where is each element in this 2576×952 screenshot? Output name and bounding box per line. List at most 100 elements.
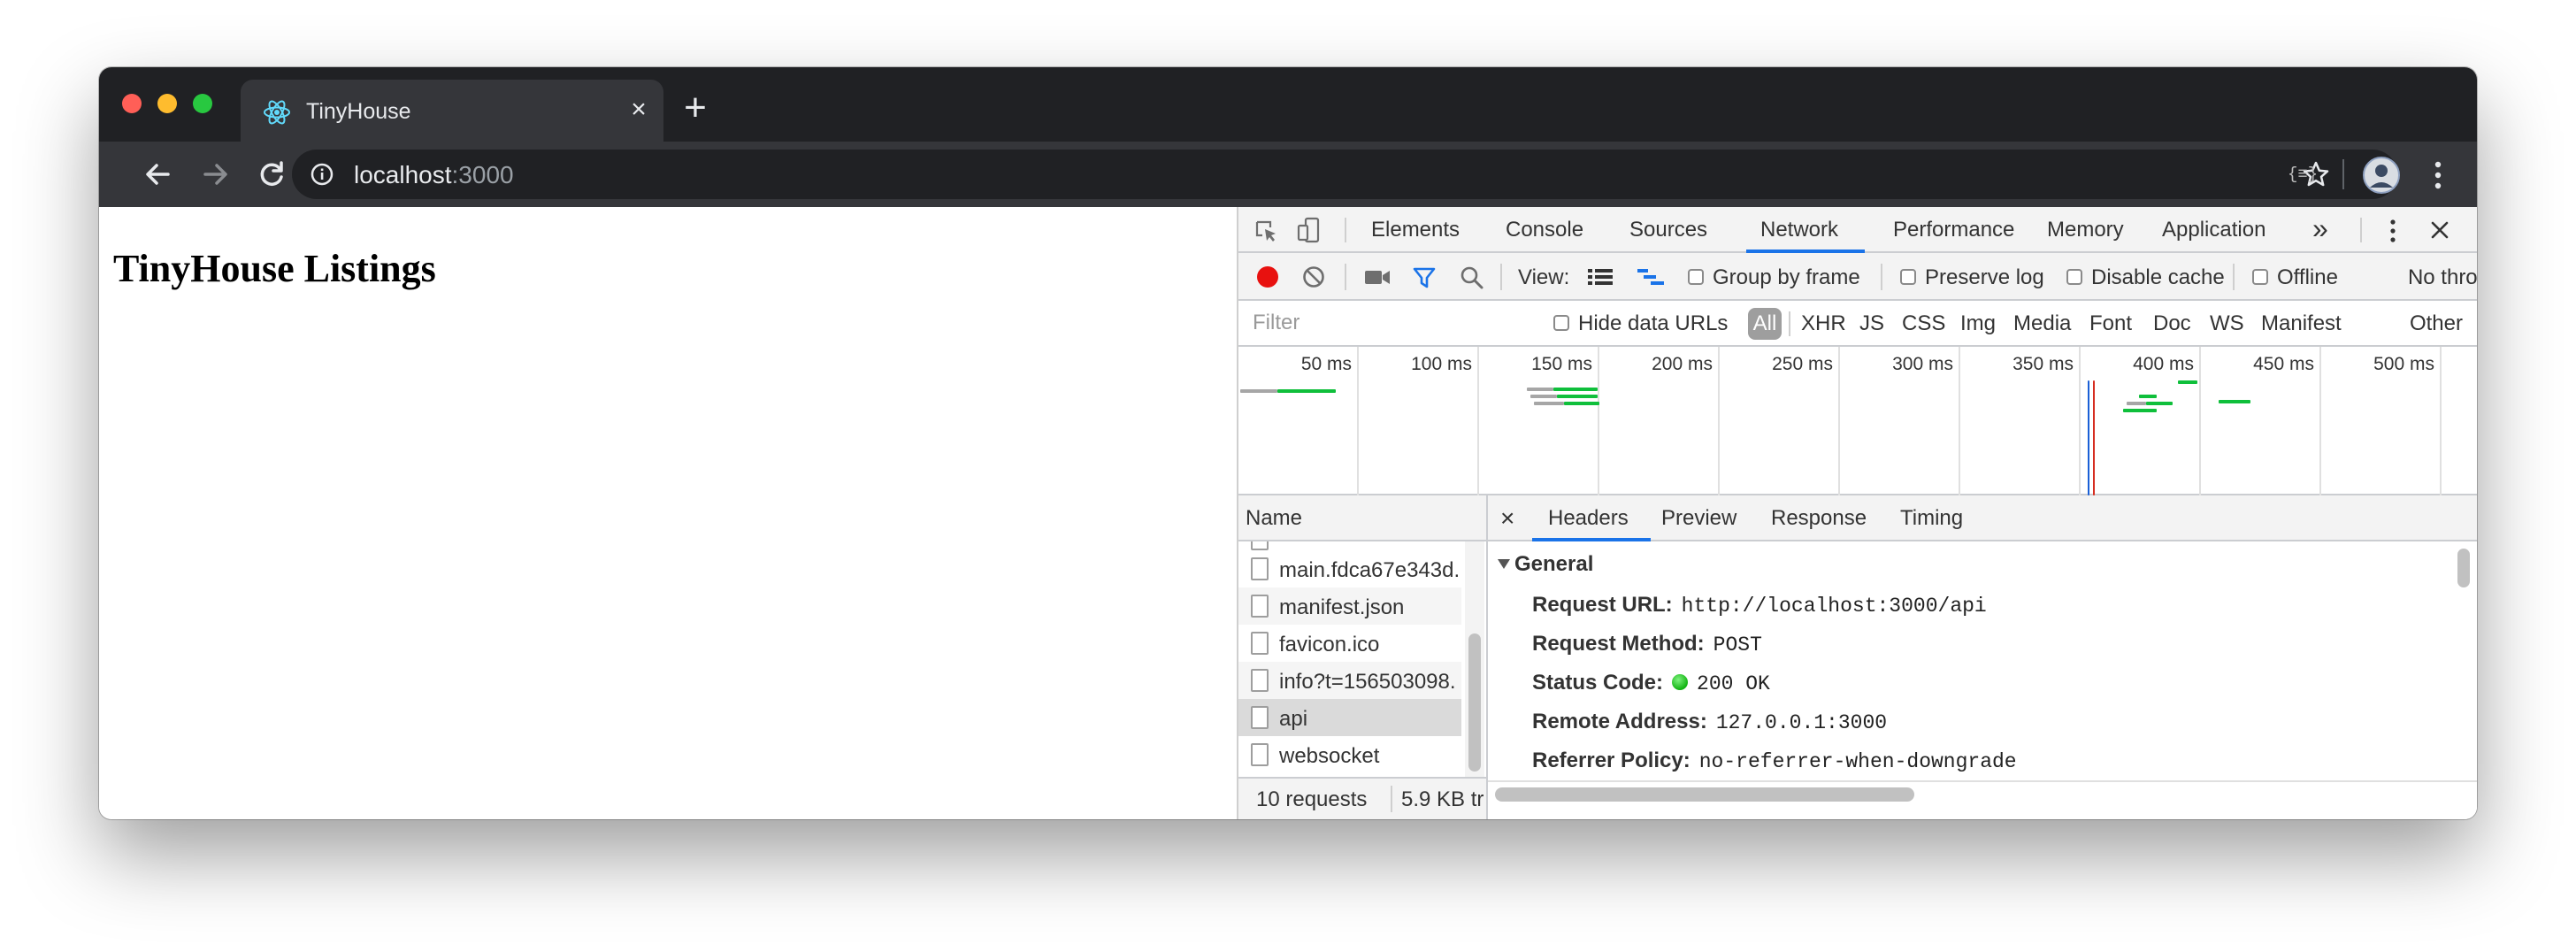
details-vertical-scrollbar[interactable] — [2457, 549, 2470, 587]
tab-response[interactable]: Response — [1771, 506, 1867, 531]
filter-type-css[interactable]: CSS — [1902, 311, 1945, 336]
preserve-log-label: Preserve log — [1925, 265, 2044, 289]
filter-type-js[interactable]: JS — [1859, 311, 1884, 336]
expand-triangle-icon[interactable] — [1497, 557, 1511, 570]
list-item-selected[interactable]: api — [1238, 699, 1461, 736]
group-by-frame-checkbox[interactable] — [1688, 269, 1704, 285]
tab-sources[interactable]: Sources — [1629, 218, 1707, 242]
forward-arrow-icon[interactable] — [193, 152, 237, 196]
list-item[interactable] — [1238, 541, 1461, 550]
browser-tab[interactable]: TinyHouse × — [241, 80, 663, 142]
timeline-gridline — [2199, 347, 2201, 495]
devtools-divider — [1345, 218, 1346, 242]
tab-headers[interactable]: Headers — [1548, 506, 1629, 531]
menu-kebab-icon[interactable] — [2431, 159, 2445, 191]
filter-divider — [1789, 311, 1790, 336]
header-key: Status Code: — [1532, 671, 1664, 695]
waterfall-bar — [2146, 402, 2173, 405]
tab-application[interactable]: Application — [2162, 218, 2266, 242]
filter-type-all[interactable]: All — [1748, 308, 1782, 340]
filter-type-media[interactable]: Media — [2013, 311, 2071, 336]
request-name: websocket — [1279, 744, 1380, 768]
device-toolbar-icon[interactable] — [1295, 216, 1323, 244]
timeline-gridline — [1357, 347, 1359, 495]
request-name: favicon.ico — [1279, 633, 1380, 656]
filter-icon[interactable] — [1412, 265, 1437, 290]
file-icon — [1251, 669, 1269, 692]
clear-icon[interactable] — [1302, 265, 1325, 288]
tab-close-icon[interactable]: × — [621, 92, 656, 127]
list-item[interactable]: favicon.ico — [1238, 625, 1461, 662]
tab-elements[interactable]: Elements — [1371, 218, 1460, 242]
address-bar[interactable]: localhost:3000 — [292, 150, 2397, 199]
reload-icon[interactable] — [249, 152, 294, 196]
list-item[interactable]: info?t=156503098. — [1238, 662, 1461, 699]
profile-avatar[interactable] — [2362, 156, 2401, 195]
filter-input[interactable] — [1244, 306, 1529, 340]
waterfall-view-icon[interactable] — [1637, 267, 1665, 287]
header-value: no-referrer-when-downgrade — [1698, 750, 2017, 773]
zoom-window-button[interactable] — [193, 94, 212, 113]
close-details-icon[interactable]: × — [1500, 504, 1514, 533]
devtools-tab-bar: Elements Console Sources Network Perform… — [1238, 207, 2477, 253]
filter-type-doc[interactable]: Doc — [2153, 311, 2191, 336]
list-item[interactable]: manifest.json — [1238, 587, 1461, 625]
url-port: :3000 — [451, 161, 514, 188]
filter-type-ws[interactable]: WS — [2210, 311, 2244, 336]
header-key: Referrer Policy: — [1532, 749, 1690, 772]
search-icon[interactable] — [1460, 265, 1484, 290]
network-overview[interactable]: 50 ms 100 ms 150 ms 200 ms 250 ms 300 ms… — [1238, 347, 2477, 495]
status-bar: 10 requests 5.9 KB tr — [1238, 777, 1486, 819]
inspect-element-icon[interactable] — [1253, 218, 1279, 244]
waterfall-bar — [1557, 395, 1598, 398]
devtools-menu-icon[interactable] — [2388, 218, 2397, 244]
toolbar-divider — [1500, 264, 1502, 290]
list-item[interactable]: main.fdca67e343d. — [1238, 550, 1461, 587]
scrollbar-thumb[interactable] — [1468, 633, 1481, 772]
details-horizontal-scrollbar[interactable] — [1495, 787, 1914, 802]
filter-type-font[interactable]: Font — [2089, 311, 2132, 336]
waterfall-bar — [1240, 389, 1277, 393]
waterfall-bar — [1553, 388, 1598, 391]
filter-type-other[interactable]: Other — [2410, 311, 2463, 336]
throttling-select[interactable]: No thrott — [2408, 265, 2477, 290]
filter-type-img[interactable]: Img — [1960, 311, 1996, 336]
hide-data-urls-checkbox[interactable] — [1553, 315, 1569, 331]
details-tab-bar: × Headers Preview Response Timing — [1488, 495, 2477, 541]
devtools-divider — [2360, 218, 2362, 242]
offline-checkbox[interactable] — [2252, 269, 2268, 285]
back-arrow-icon[interactable] — [136, 152, 180, 196]
preserve-log-checkbox[interactable] — [1900, 269, 1916, 285]
filter-bar: Hide data URLs All XHR JS CSS Img Media … — [1238, 301, 2477, 347]
minimize-window-button[interactable] — [157, 94, 177, 113]
list-item[interactable]: websocket — [1238, 736, 1461, 773]
tab-performance[interactable]: Performance — [1893, 218, 2014, 242]
close-devtools-icon[interactable] — [2429, 219, 2450, 241]
tab-timing[interactable]: Timing — [1900, 506, 1963, 531]
name-column-label: Name — [1246, 506, 1303, 530]
waterfall-bar — [1530, 395, 1557, 398]
more-tabs-icon[interactable]: » — [2312, 212, 2328, 245]
tab-memory[interactable]: Memory — [2047, 218, 2124, 242]
waterfall-bar — [2123, 409, 2157, 412]
file-icon — [1251, 743, 1269, 766]
close-window-button[interactable] — [122, 94, 142, 113]
disable-cache-checkbox[interactable] — [2066, 269, 2082, 285]
timeline-tick-label: 450 ms — [2253, 354, 2314, 374]
extension-icon[interactable]: {≡} — [2288, 165, 2318, 184]
header-value: POST — [1713, 633, 1762, 656]
info-icon[interactable] — [310, 162, 334, 187]
list-view-icon[interactable] — [1587, 267, 1614, 287]
tab-network[interactable]: Network — [1760, 218, 1838, 242]
new-tab-button[interactable]: + — [678, 88, 713, 127]
screenshot-camera-icon[interactable] — [1364, 267, 1391, 287]
name-column-header[interactable]: Name — [1238, 495, 1486, 541]
filter-type-manifest[interactable]: Manifest — [2261, 311, 2342, 336]
tab-preview[interactable]: Preview — [1661, 506, 1736, 531]
request-list-scrollbar[interactable] — [1465, 541, 1484, 777]
tab-console[interactable]: Console — [1506, 218, 1583, 242]
header-value: 200 OK — [1697, 672, 1770, 695]
filter-type-xhr[interactable]: XHR — [1801, 311, 1846, 336]
record-icon[interactable] — [1256, 265, 1279, 288]
general-section-title[interactable]: General — [1514, 552, 1593, 577]
